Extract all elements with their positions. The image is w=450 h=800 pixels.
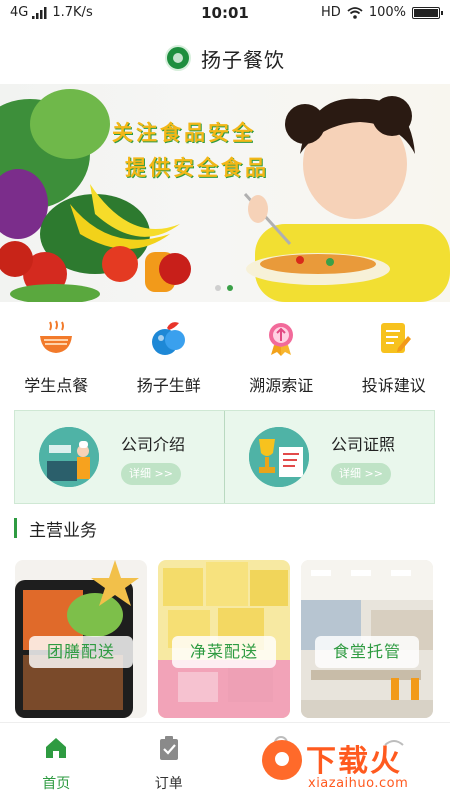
company-license-title: 公司证照 [331,435,396,454]
hd-indicator: HD [321,5,341,20]
quick-item-traceability[interactable]: 溯源索证 [225,318,338,408]
quick-item-label: 投诉建议 [361,376,426,395]
company-panel: 公司介绍 详细 >> 公司证照 详细 >> [14,410,435,504]
company-intro-card[interactable]: 公司介绍 详细 >> [15,411,224,503]
business-card-canteen[interactable]: 食堂托管 [301,560,433,718]
company-license-card[interactable]: 公司证照 详细 >> [224,411,434,503]
banner-headline-1: 关注食品安全 [112,121,256,145]
business-card-produce[interactable]: 净菜配送 [158,560,290,718]
banner-headline-2: 提供安全食品 [125,156,269,180]
nav-label: 订单 [154,776,183,792]
quick-item-student-order[interactable]: 学生点餐 [0,318,113,408]
quick-item-feedback[interactable]: 投诉建议 [338,318,450,408]
battery-icon [412,6,443,19]
chef-kitchen-icon [39,427,99,487]
home-icon [46,738,67,758]
watermark: 下载火 xiazaihuo.com [262,734,442,796]
nav-item-home[interactable]: 首页 [0,723,113,800]
nav-label: 首页 [42,776,71,792]
quick-menu: 学生点餐 扬子生鲜 溯源索证 投诉建议 [0,318,450,408]
quick-item-label: 学生点餐 [24,376,89,395]
wifi-icon [347,6,363,19]
carousel-dot[interactable] [215,285,221,291]
nav-item-orders[interactable]: 订单 [113,723,226,800]
banner-carousel[interactable]: 关注食品安全 提供安全食品 [0,84,450,302]
status-right: HD 100% [321,5,443,20]
company-license-detail-button[interactable]: 详细 >> [331,463,391,485]
app-header: 扬子餐饮 [0,36,450,80]
noodle-bowl-icon [40,320,73,353]
battery-percent: 100% [368,5,406,20]
vegetable-icon [151,322,185,355]
status-bar: 4G 1.7K/s 10:01 HD 100% [0,0,450,26]
trophy-certificate-icon [249,427,309,487]
section-title: 主营业务 [29,520,97,541]
business-card-catering[interactable]: 团膳配送 [15,560,147,718]
watermark-logo-icon [262,740,302,780]
app-title: 扬子餐饮 [201,47,285,72]
business-card-label: 团膳配送 [29,636,133,668]
quick-item-label: 溯源索证 [249,376,314,395]
company-intro-title: 公司介绍 [121,435,186,454]
quick-item-fresh[interactable]: 扬子生鲜 [113,318,226,408]
battery-fill [414,8,438,17]
medal-icon [269,323,294,356]
section-accent-bar [14,518,17,538]
business-card-label: 食堂托管 [315,636,419,668]
business-card-label: 净菜配送 [172,636,276,668]
carousel-dot-active[interactable] [227,285,233,291]
section-heading: 主营业务 [14,516,97,541]
company-logo-icon [165,45,191,71]
watermark-text: 下载火 [306,744,402,779]
company-intro-detail-button[interactable]: 详细 >> [121,463,181,485]
note-pencil-icon [380,323,411,353]
clipboard-icon [159,736,178,760]
business-list: 团膳配送 净菜配送 食堂托管 [15,560,435,718]
carousel-indicator [215,285,233,291]
watermark-url: xiazaihuo.com [308,776,409,791]
quick-item-label: 扬子生鲜 [136,376,201,395]
